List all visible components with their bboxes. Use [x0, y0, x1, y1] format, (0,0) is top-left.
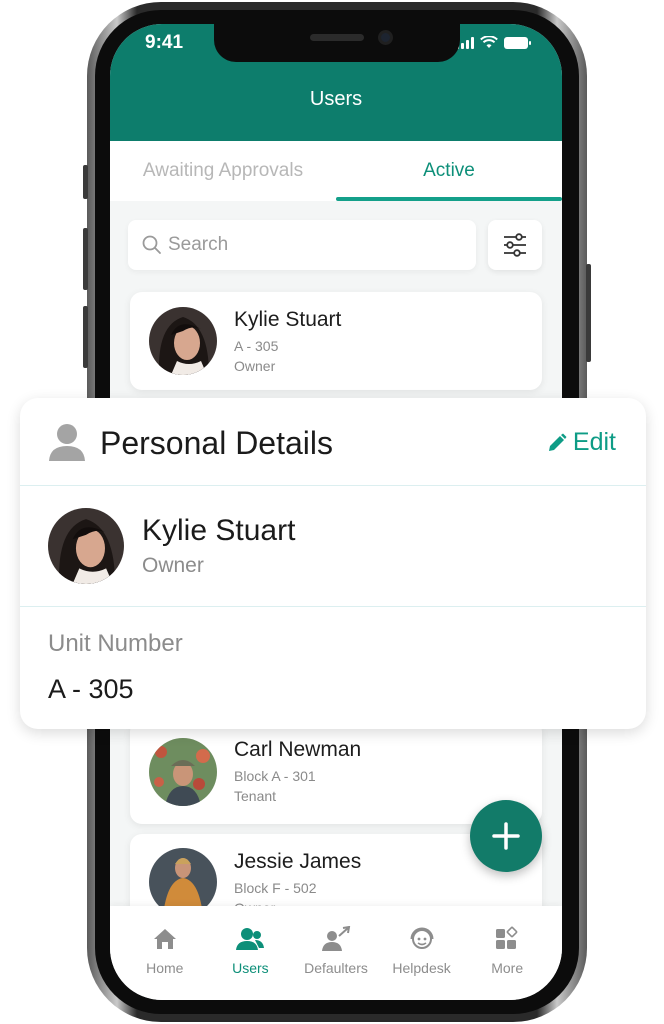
helpdesk-icon	[410, 927, 434, 949]
person-icon	[49, 424, 85, 461]
nav-label: Helpdesk	[392, 960, 451, 976]
unit-number-value: A - 305	[48, 674, 134, 704]
user-card[interactable]: Carl Newman Block A - 301 Tenant	[130, 720, 542, 824]
personal-details-card: Personal Details Edit Kylie Stuart Owner…	[20, 398, 646, 729]
personal-details-header: Personal Details Edit	[20, 398, 646, 486]
detail-role: Owner	[142, 554, 204, 577]
phone-volume-up	[83, 228, 88, 290]
add-user-button[interactable]	[470, 800, 542, 872]
wifi-icon	[480, 36, 498, 48]
sliders-icon	[504, 233, 526, 257]
edit-label: Edit	[572, 428, 616, 456]
user-card[interactable]: Kylie Stuart A - 305 Owner	[130, 292, 542, 390]
search-input[interactable]	[168, 234, 448, 256]
nav-label: Defaulters	[304, 960, 368, 976]
user-name: Kylie Stuart	[234, 308, 342, 331]
user-unit: Block A - 301	[234, 768, 316, 784]
pencil-icon	[548, 433, 567, 451]
nav-label: Users	[232, 960, 269, 976]
nav-item-home[interactable]: Home	[122, 924, 208, 1000]
user-role: Owner	[234, 358, 276, 374]
tab-awaiting-approvals[interactable]: Awaiting Approvals	[110, 141, 336, 201]
plus-icon	[492, 822, 520, 850]
personal-details-title: Personal Details	[100, 425, 333, 461]
nav-label: Home	[146, 960, 184, 976]
status-time: 9:41	[145, 32, 184, 53]
nav-item-defaulters[interactable]: Defaulters	[293, 924, 379, 1000]
defaulters-icon	[321, 926, 351, 951]
filter-button[interactable]	[488, 220, 542, 270]
nav-item-more[interactable]: More	[464, 924, 550, 1000]
users-icon	[236, 928, 265, 950]
tab-active[interactable]: Active	[336, 141, 562, 201]
tab-bar: Awaiting Approvals Active	[110, 141, 562, 201]
phone-camera	[378, 30, 393, 45]
search-icon	[142, 235, 161, 254]
home-icon	[153, 929, 176, 949]
phone-notch	[214, 24, 460, 62]
personal-details-profile: Kylie Stuart Owner	[20, 486, 646, 607]
nav-item-users[interactable]: Users	[208, 924, 294, 1000]
search-box	[128, 220, 476, 270]
phone-volume-down	[83, 306, 88, 368]
user-name: Jessie James	[234, 850, 362, 873]
phone-speaker	[310, 34, 364, 41]
nav-item-helpdesk[interactable]: Helpdesk	[379, 924, 465, 1000]
unit-number-label: Unit Number	[48, 630, 183, 657]
phone-power-button	[586, 264, 591, 362]
user-role: Tenant	[234, 788, 277, 804]
avatar	[149, 738, 217, 806]
user-unit: A - 305	[234, 338, 279, 354]
user-name: Carl Newman	[234, 738, 362, 761]
detail-name: Kylie Stuart	[142, 514, 296, 547]
edit-button[interactable]: Edit	[547, 428, 616, 457]
battery-icon	[504, 36, 531, 49]
bottom-nav: Home Users Defaulters Helpdesk More	[110, 906, 562, 1000]
status-icons	[456, 36, 531, 49]
user-unit: Block F - 502	[234, 880, 317, 896]
page-title: Users	[309, 88, 363, 110]
phone-mute-switch	[83, 165, 88, 199]
nav-label: More	[491, 960, 524, 976]
avatar	[149, 307, 217, 375]
more-icon	[496, 926, 518, 949]
avatar	[48, 508, 124, 584]
